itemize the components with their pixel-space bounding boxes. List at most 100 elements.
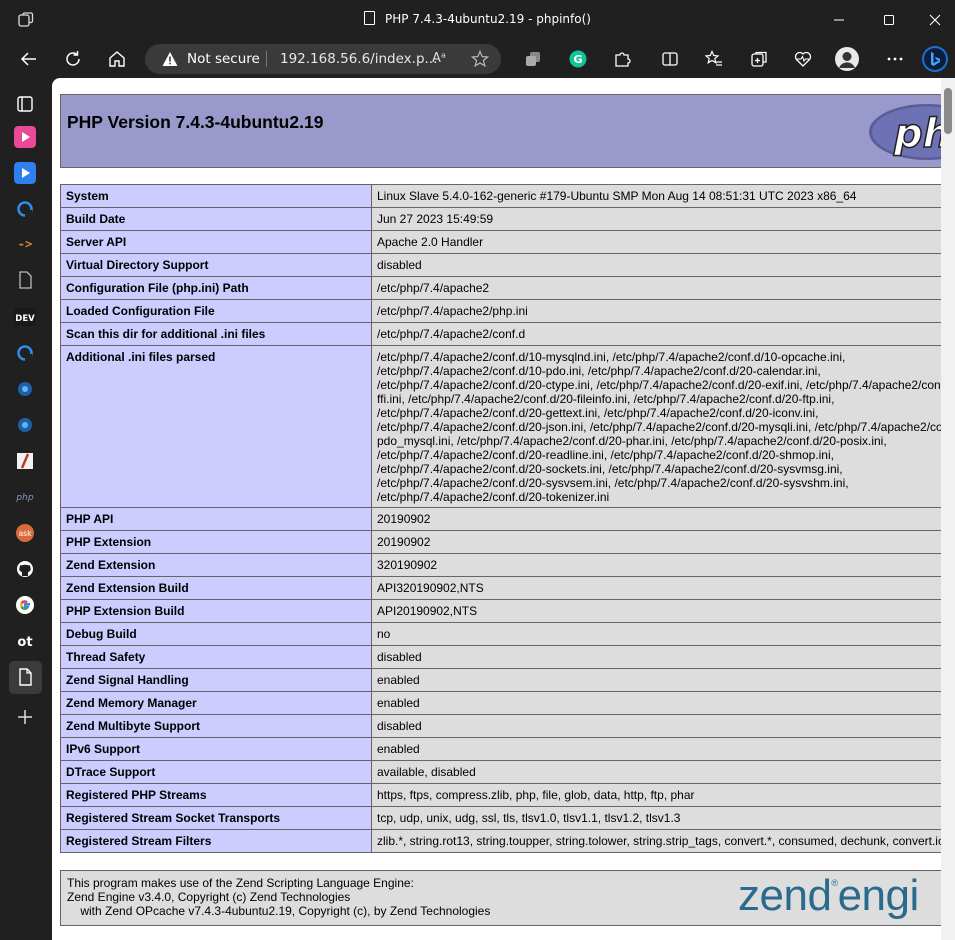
zend-credit-line: Zend Engine v3.4.0, Copyright (c) Zend T… [67, 890, 351, 904]
svg-text:G: G [573, 53, 582, 66]
config-key: PHP Extension [60, 530, 372, 554]
table-row: Zend Extension Build API320190902,NTS [60, 576, 950, 600]
ask-site-icon[interactable]: ask [14, 522, 36, 544]
table-row: IPv6 Support enabled [60, 737, 950, 761]
more-dots-icon [887, 57, 903, 61]
config-key: Zend Signal Handling [60, 668, 372, 692]
url-text[interactable]: 192.168.56.6/index.p... [280, 51, 437, 67]
config-key: IPv6 Support [60, 737, 372, 761]
config-key: Build Date [60, 207, 372, 231]
maximize-button[interactable] [866, 0, 912, 40]
ot-icon[interactable]: ot [14, 630, 36, 652]
favorites-button[interactable] [701, 46, 727, 72]
config-value: /etc/php/7.4/apache2 [371, 276, 950, 300]
vertical-scrollbar[interactable] [941, 78, 955, 940]
page-title: PHP Version 7.4.3-4ubuntu2.19 [67, 112, 324, 132]
table-row: Zend Signal Handling enabled [60, 668, 950, 692]
table-row: Virtual Directory Support disabled [60, 253, 950, 277]
collections-extension-button[interactable] [520, 46, 546, 72]
favorite-star-icon[interactable] [471, 50, 489, 68]
zend-credits: This program makes use of the Zend Scrip… [67, 876, 490, 918]
table-row: PHP Extension Build API20190902,NTS [60, 599, 950, 623]
zend-engine-box: This program makes use of the Zend Scrip… [60, 870, 950, 926]
config-key: PHP Extension Build [60, 599, 372, 623]
refresh-site-icon[interactable] [14, 198, 36, 220]
security-status[interactable]: Not secure [187, 51, 260, 67]
table-row: Loaded Configuration File/etc/php/7.4/ap… [60, 299, 950, 323]
window-title-text: PHP 7.4.3-4ubuntu2.19 - phpinfo() [385, 12, 591, 26]
config-key: Configuration File (php.ini) Path [60, 276, 372, 300]
config-value: enabled [371, 668, 950, 692]
settings-more-button[interactable] [882, 46, 908, 72]
address-bar[interactable]: Not secure 192.168.56.6/index.p... Aᵃ [145, 44, 501, 74]
zend-logo-text-2: engi [837, 871, 920, 920]
table-row: Additional .ini files parsed/etc/php/7.4… [60, 345, 950, 508]
back-button[interactable] [16, 46, 42, 72]
close-icon [929, 14, 941, 26]
slash-site-icon[interactable] [14, 450, 36, 472]
page-icon[interactable] [14, 666, 36, 688]
collections-button[interactable] [746, 46, 772, 72]
address-separator [266, 51, 267, 67]
config-key: DTrace Support [60, 760, 372, 784]
config-key: Server API [60, 230, 372, 254]
config-value: Jun 27 2023 15:49:59 [371, 207, 950, 231]
config-key: Virtual Directory Support [60, 253, 372, 277]
browser-essentials-button[interactable] [790, 46, 816, 72]
web-page: PHP Version 7.4.3-4ubuntu2.19 ph System L… [52, 78, 955, 940]
pink-app-icon[interactable] [14, 126, 36, 148]
config-value-line: ffi.ini, /etc/php/7.4/apache2/conf.d/20-… [377, 392, 835, 406]
config-key: Thread Safety [60, 645, 372, 669]
split-screen-button[interactable] [657, 46, 683, 72]
dev-icon[interactable]: DEV [14, 306, 36, 328]
config-value: disabled [371, 645, 950, 669]
grammarly-button[interactable]: G [565, 46, 591, 72]
svg-text:DEV: DEV [15, 314, 35, 324]
add-icon[interactable] [14, 706, 36, 728]
config-value: enabled [371, 691, 950, 715]
config-value-line: /etc/php/7.4/apache2/conf.d/20-tokenizer… [377, 490, 610, 504]
arrow-site-icon[interactable]: -> [14, 233, 36, 255]
site-icon-2[interactable] [14, 378, 36, 400]
table-row: Build Date Jun 27 2023 15:49:59 [60, 207, 950, 231]
config-key: PHP API [60, 507, 372, 531]
home-button[interactable] [104, 46, 130, 72]
document-icon[interactable] [14, 269, 36, 291]
table-row: Zend Extension 320190902 [60, 553, 950, 577]
zend-credit-line: with Zend OPcache v7.4.3-4ubuntu2.19, Co… [67, 904, 491, 918]
config-value-line: /etc/php/7.4/apache2/conf.d/10-mysqlnd.i… [377, 350, 846, 364]
php-site-icon[interactable]: php [14, 486, 36, 508]
table-row: Registered PHP Streams https, ftps, compr… [60, 783, 950, 807]
refresh-button[interactable] [60, 46, 86, 72]
grammarly-icon: G [569, 50, 587, 68]
config-value-line: pdo_mysql.ini, /etc/php/7.4/apache2/conf… [377, 434, 887, 448]
config-value-line: /etc/php/7.4/apache2/conf.d/20-gettext.i… [377, 406, 819, 420]
refresh-icon [66, 51, 80, 66]
site-icon-1[interactable] [14, 342, 36, 364]
config-value: /etc/php/7.4/apache2/conf.d/10-mysqlnd.i… [371, 345, 950, 508]
table-row: Thread Safety disabled [60, 645, 950, 669]
table-row: Registered Stream Socket Transports tcp, … [60, 806, 950, 830]
table-row: System Linux Slave 5.4.0-162-generic #179… [60, 184, 950, 208]
config-value-line: /etc/php/7.4/apache2/conf.d/10-pdo.ini, … [377, 364, 821, 378]
github-icon[interactable] [14, 558, 36, 580]
google-icon[interactable] [14, 594, 36, 616]
config-key: Zend Extension Build [60, 576, 372, 600]
table-row: Configuration File (php.ini) Path/etc/ph… [60, 276, 950, 300]
close-button[interactable] [912, 0, 955, 40]
config-key: Debug Build [60, 622, 372, 646]
warning-icon[interactable] [162, 51, 178, 67]
site-icon-3[interactable] [14, 414, 36, 436]
extensions-button[interactable] [609, 46, 635, 72]
config-value-line: /etc/php/7.4/apache2/conf.d/20-sysvsem.i… [377, 476, 849, 490]
blue-app-icon[interactable] [14, 162, 36, 184]
scrollbar-thumb[interactable] [944, 88, 952, 134]
back-arrow-icon [20, 52, 36, 66]
read-aloud-button[interactable]: Aᵃ [432, 51, 446, 66]
profile-button[interactable] [834, 46, 860, 72]
zend-engine-logo: zend®engi [738, 871, 919, 921]
copilot-button[interactable] [922, 46, 948, 72]
tab-actions-icon[interactable] [14, 93, 36, 115]
minimize-button[interactable] [816, 0, 862, 40]
config-value: disabled [371, 714, 950, 738]
